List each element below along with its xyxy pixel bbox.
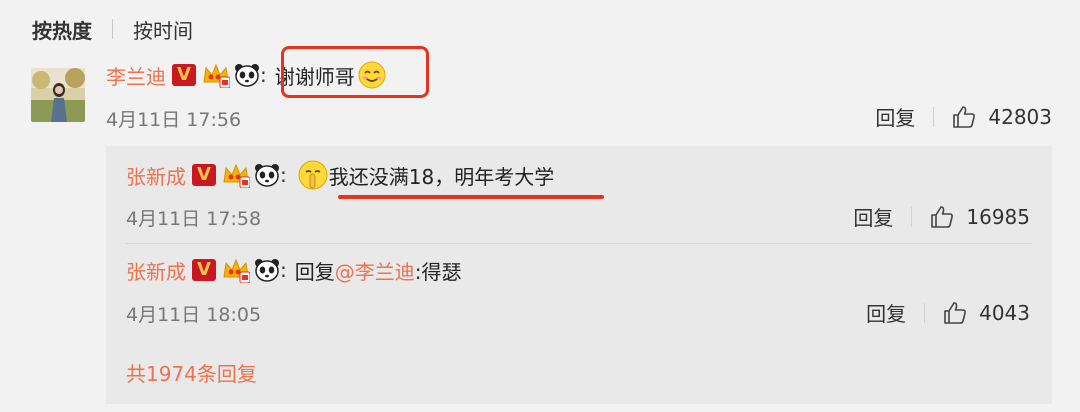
like-count: 16985 bbox=[966, 204, 1030, 229]
reply-text: 我还没满18，明年考大学 bbox=[328, 164, 555, 189]
like-count: 4043 bbox=[979, 300, 1030, 325]
reply-colon: : bbox=[280, 258, 287, 282]
mention-link[interactable]: @李兰迪 bbox=[335, 256, 415, 285]
reply-time: 4月11日 18:05 bbox=[126, 304, 262, 326]
reply-button[interactable]: 回复 bbox=[853, 202, 893, 231]
panda-icon[interactable] bbox=[254, 258, 280, 282]
panda-icon[interactable] bbox=[254, 163, 280, 187]
vip-v-icon[interactable]: V bbox=[192, 164, 216, 186]
crown-badge-icon[interactable] bbox=[222, 257, 250, 283]
comment-time: 4月11日 17:56 bbox=[106, 109, 242, 131]
reply-button[interactable]: 回复 bbox=[866, 298, 906, 327]
reply-actions: 回复 4043 bbox=[866, 298, 1030, 327]
sort-bar: 按热度 按时间 bbox=[32, 14, 193, 44]
reply-prefix: 回复 bbox=[294, 259, 335, 284]
view-all-replies-link[interactable]: 共1974条回复 bbox=[126, 358, 257, 387]
reply-text: :得瑟 bbox=[414, 259, 462, 284]
reply-header: 张新成 V : 我还没满18，明年考大学 bbox=[126, 160, 554, 190]
reply-username[interactable]: 张新成 bbox=[126, 161, 186, 190]
shush-emoji-icon bbox=[297, 159, 329, 191]
sort-by-time-tab[interactable]: 按时间 bbox=[133, 15, 193, 44]
avatar-image bbox=[31, 68, 85, 122]
reply-username[interactable]: 张新成 bbox=[126, 256, 186, 285]
action-divider bbox=[911, 206, 913, 227]
reply-divider bbox=[126, 243, 1032, 244]
vip-v-icon[interactable]: V bbox=[172, 64, 196, 86]
comment-username[interactable]: 李兰迪 bbox=[106, 61, 166, 90]
highlight-box bbox=[281, 46, 429, 98]
panda-icon[interactable] bbox=[234, 63, 260, 87]
like-thumb-icon[interactable] bbox=[952, 105, 976, 129]
avatar[interactable] bbox=[31, 68, 85, 122]
action-divider bbox=[933, 106, 935, 127]
like-count: 42803 bbox=[988, 104, 1052, 129]
comment-actions: 回复 42803 bbox=[875, 102, 1052, 131]
action-divider bbox=[924, 302, 926, 323]
like-thumb-icon[interactable] bbox=[930, 205, 954, 229]
reply-actions: 回复 16985 bbox=[853, 202, 1030, 231]
reply-header: 张新成 V : 回复 @李兰迪 :得瑟 bbox=[126, 255, 462, 285]
crown-badge-icon[interactable] bbox=[202, 62, 230, 88]
vip-v-icon[interactable]: V bbox=[192, 259, 216, 281]
sort-by-hot-tab[interactable]: 按热度 bbox=[32, 15, 92, 44]
comment-colon: : bbox=[260, 63, 267, 87]
sort-divider bbox=[112, 19, 113, 39]
like-thumb-icon[interactable] bbox=[943, 301, 967, 325]
reply-colon: : bbox=[280, 163, 287, 187]
crown-badge-icon[interactable] bbox=[222, 162, 250, 188]
reply-button[interactable]: 回复 bbox=[875, 102, 915, 131]
reply-time: 4月11日 17:58 bbox=[126, 208, 262, 230]
highlight-underline bbox=[338, 195, 604, 199]
